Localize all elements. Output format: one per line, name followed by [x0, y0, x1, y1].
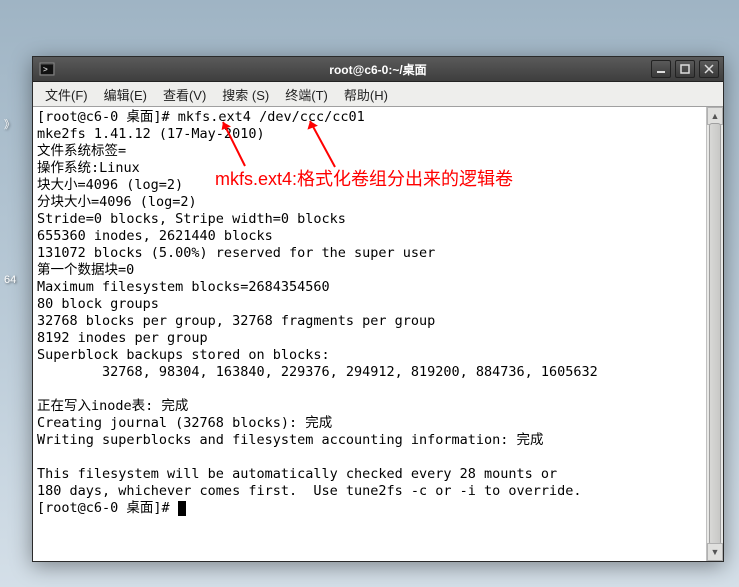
close-button[interactable]	[699, 60, 719, 78]
window-controls	[651, 60, 719, 78]
terminal-area: [root@c6-0 桌面]# mkfs.ext4 /dev/ccc/cc01 …	[33, 107, 723, 561]
scrollbar[interactable]: ▲ ▼	[706, 107, 723, 561]
maximize-button[interactable]	[675, 60, 695, 78]
window-title: root@c6-0:~/桌面	[33, 61, 723, 78]
desktop-text-1: 》	[4, 116, 15, 132]
scrollbar-thumb[interactable]	[709, 123, 721, 545]
terminal-content[interactable]: [root@c6-0 桌面]# mkfs.ext4 /dev/ccc/cc01 …	[33, 107, 706, 561]
scrollbar-down-button[interactable]: ▼	[707, 543, 723, 561]
desktop-text-2: 64	[4, 274, 16, 286]
close-icon	[704, 64, 714, 74]
menu-search[interactable]: 搜索 (S)	[214, 83, 277, 106]
menu-view[interactable]: 查看(V)	[155, 83, 214, 106]
app-icon: >	[39, 62, 55, 76]
svg-text:>: >	[43, 65, 48, 74]
minimize-button[interactable]	[651, 60, 671, 78]
terminal-cursor	[178, 501, 186, 516]
titlebar[interactable]: > root@c6-0:~/桌面	[33, 57, 723, 82]
menu-terminal[interactable]: 终端(T)	[277, 83, 336, 106]
menu-edit[interactable]: 编辑(E)	[96, 83, 155, 106]
menu-help[interactable]: 帮助(H)	[336, 83, 396, 106]
maximize-icon	[680, 64, 690, 74]
menu-file[interactable]: 文件(F)	[37, 83, 96, 106]
minimize-icon	[656, 64, 666, 74]
terminal-window: > root@c6-0:~/桌面 文件(F) 编辑(E) 查看(V) 搜索 (S…	[32, 56, 724, 562]
menubar: 文件(F) 编辑(E) 查看(V) 搜索 (S) 终端(T) 帮助(H)	[33, 82, 723, 107]
